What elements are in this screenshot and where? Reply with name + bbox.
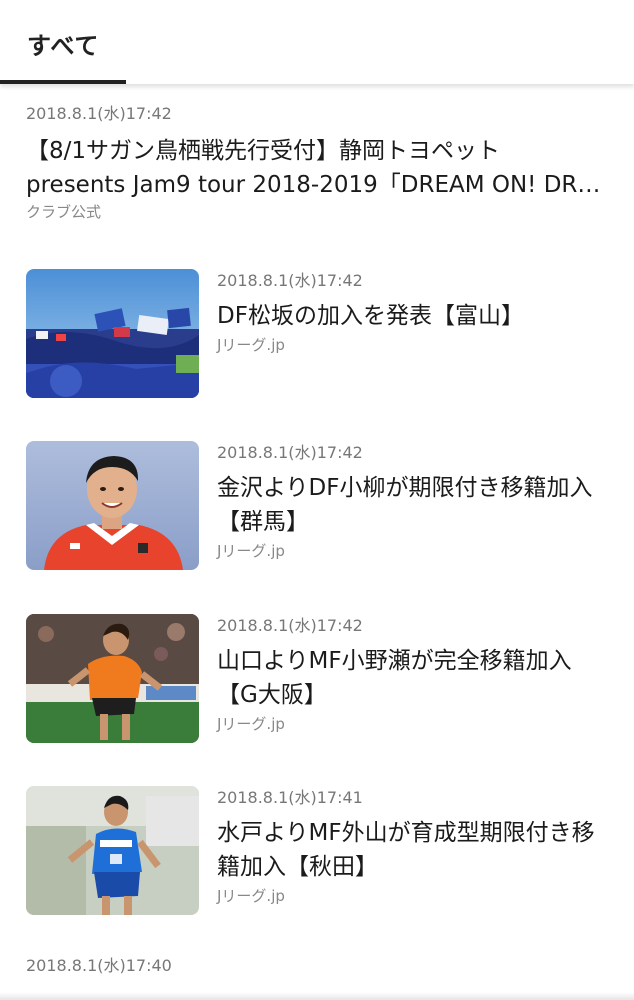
news-title: 水戸よりMF外山が育成型期限付き移籍加入【秋田】 (217, 820, 595, 880)
news-date: 2018.8.1(水)17:42 (26, 104, 172, 123)
news-feed[interactable]: 2018.8.1(水)17:42 【8/1サガン鳥栖戦先行受付】静岡トヨペット … (0, 84, 634, 1000)
news-title-line: 【8/1サガン鳥栖戦先行受付】静岡トヨペット (26, 138, 501, 164)
news-source: Jリーグ.jp (217, 542, 285, 560)
news-thumbnail (26, 441, 199, 570)
news-title: DF松坂の加入を発表【富山】 (217, 303, 524, 329)
news-date: 2018.8.1(水)17:42 (217, 443, 363, 462)
news-source: クラブ公式 (26, 203, 102, 221)
news-title: 山口よりMF小野瀬が完全移籍加入【G大阪】 (217, 648, 572, 708)
tab-all-label: すべて (27, 32, 100, 60)
news-item[interactable]: 2018.8.1(水)17:42 山口よりMF小野瀬が完全移籍加入【G大阪】 J… (0, 614, 634, 744)
news-thumbnail (26, 269, 199, 398)
news-item[interactable]: 2018.8.1(水)17:42 金沢よりDF小柳が期限付き移籍加入【群馬】 J… (0, 441, 634, 571)
news-source: Jリーグ.jp (217, 336, 285, 354)
news-date: 2018.8.1(水)17:41 (217, 788, 363, 807)
news-thumbnail (26, 614, 199, 743)
news-title: 金沢よりDF小柳が期限付き移籍加入【群馬】 (217, 475, 593, 535)
bottom-edge-shadow (0, 992, 634, 1000)
active-tab-indicator (0, 80, 126, 84)
news-title-line: presents Jam9 tour 2018-2019「DREAM ON! D… (26, 172, 610, 198)
news-source: Jリーグ.jp (217, 715, 285, 733)
news-item[interactable]: 2018.8.1(水)17:40 (26, 956, 172, 976)
tab-all[interactable]: すべて (0, 0, 126, 84)
news-item[interactable]: 2018.8.1(水)17:41 水戸よりMF外山が育成型期限付き移籍加入【秋田… (0, 786, 634, 916)
news-item[interactable]: 2018.8.1(水)17:42 【8/1サガン鳥栖戦先行受付】静岡トヨペット … (26, 104, 610, 222)
news-date: 2018.8.1(水)17:42 (217, 271, 363, 290)
news-source: Jリーグ.jp (217, 887, 285, 905)
news-date: 2018.8.1(水)17:40 (26, 956, 172, 975)
news-date: 2018.8.1(水)17:42 (217, 616, 363, 635)
news-thumbnail (26, 786, 199, 915)
news-item[interactable]: 2018.8.1(水)17:42 DF松坂の加入を発表【富山】 Jリーグ.jp (0, 269, 634, 399)
news-title: 【8/1サガン鳥栖戦先行受付】静岡トヨペット presents Jam9 tou… (26, 134, 610, 202)
tab-bar: すべて (0, 0, 634, 84)
